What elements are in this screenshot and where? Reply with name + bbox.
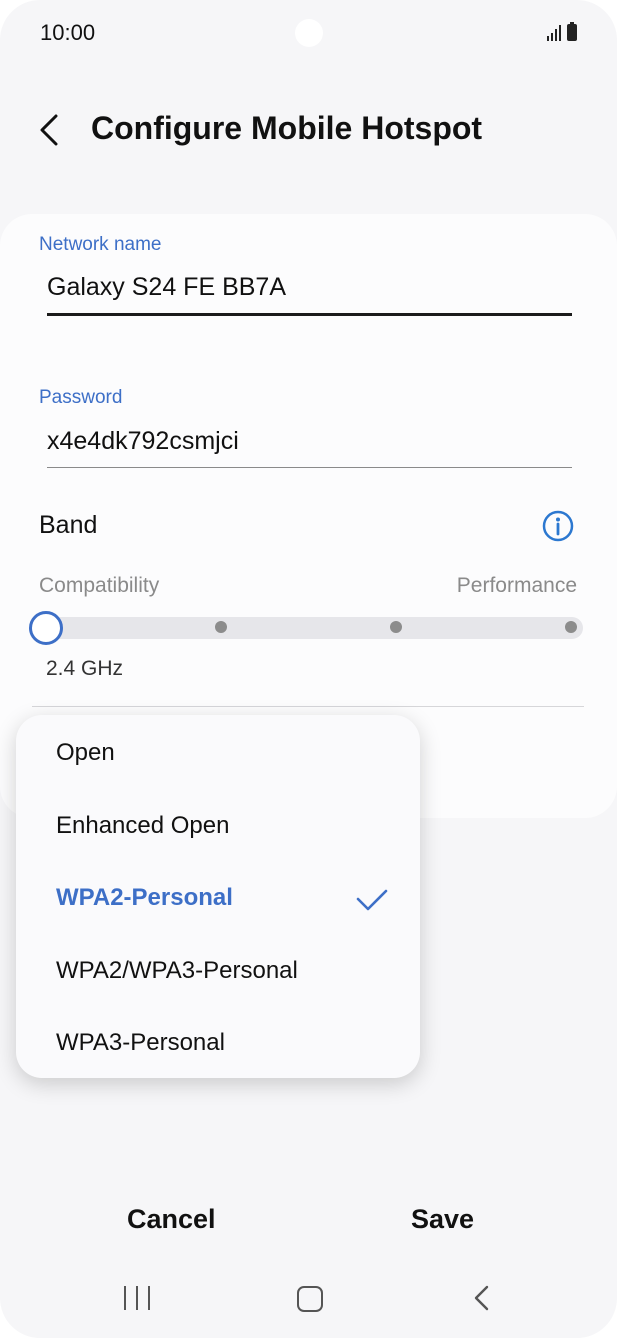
back-button[interactable] [30, 108, 70, 152]
divider [32, 706, 584, 707]
cancel-button[interactable]: Cancel [127, 1204, 216, 1235]
status-time: 10:00 [40, 20, 96, 45]
band-slider-step [390, 621, 402, 633]
nav-back-button[interactable] [470, 1284, 494, 1312]
band-performance-label: Performance [456, 574, 577, 597]
band-compatibility-label: Compatibility [39, 574, 160, 597]
phone-screen: 10:00 Configure Mobile Hotspot Network n… [0, 0, 617, 1338]
band-slider-step [565, 621, 577, 633]
password-input[interactable]: x4e4dk792csmjci [47, 427, 239, 456]
signal-icon [547, 25, 561, 41]
password-label: Password [39, 387, 123, 408]
band-label: Band [39, 511, 98, 539]
band-slider-thumb[interactable] [29, 611, 63, 645]
dropdown-option-enhanced-open[interactable]: Enhanced Open [56, 812, 229, 840]
password-underline [47, 467, 572, 468]
dropdown-option-wpa2-personal[interactable]: WPA2-Personal [56, 884, 233, 912]
nav-back-icon [474, 1285, 489, 1311]
dropdown-option-open[interactable]: Open [56, 739, 115, 767]
save-button[interactable]: Save [411, 1204, 474, 1235]
camera-cutout [295, 19, 323, 47]
status-icons [547, 22, 577, 41]
network-name-input[interactable]: Galaxy S24 FE BB7A [47, 273, 286, 302]
battery-icon [567, 22, 577, 41]
security-dropdown-menu: Open Enhanced Open WPA2-Personal WPA2/WP… [16, 715, 420, 1078]
network-name-underline [47, 313, 572, 316]
page-title: Configure Mobile Hotspot [91, 110, 483, 146]
band-slider[interactable] [38, 617, 583, 639]
check-icon [356, 889, 388, 911]
dropdown-option-wpa3-personal[interactable]: WPA3-Personal [56, 1029, 225, 1057]
info-icon [542, 510, 574, 542]
band-info-button[interactable] [542, 510, 574, 542]
network-name-label: Network name [39, 234, 162, 255]
back-icon [40, 114, 58, 146]
nav-home-icon[interactable] [297, 1286, 323, 1312]
nav-recents-icon[interactable] [124, 1286, 150, 1310]
band-slider-step [215, 621, 227, 633]
band-value: 2.4 GHz [46, 657, 124, 680]
dropdown-option-wpa2-wpa3-personal[interactable]: WPA2/WPA3-Personal [56, 957, 298, 985]
